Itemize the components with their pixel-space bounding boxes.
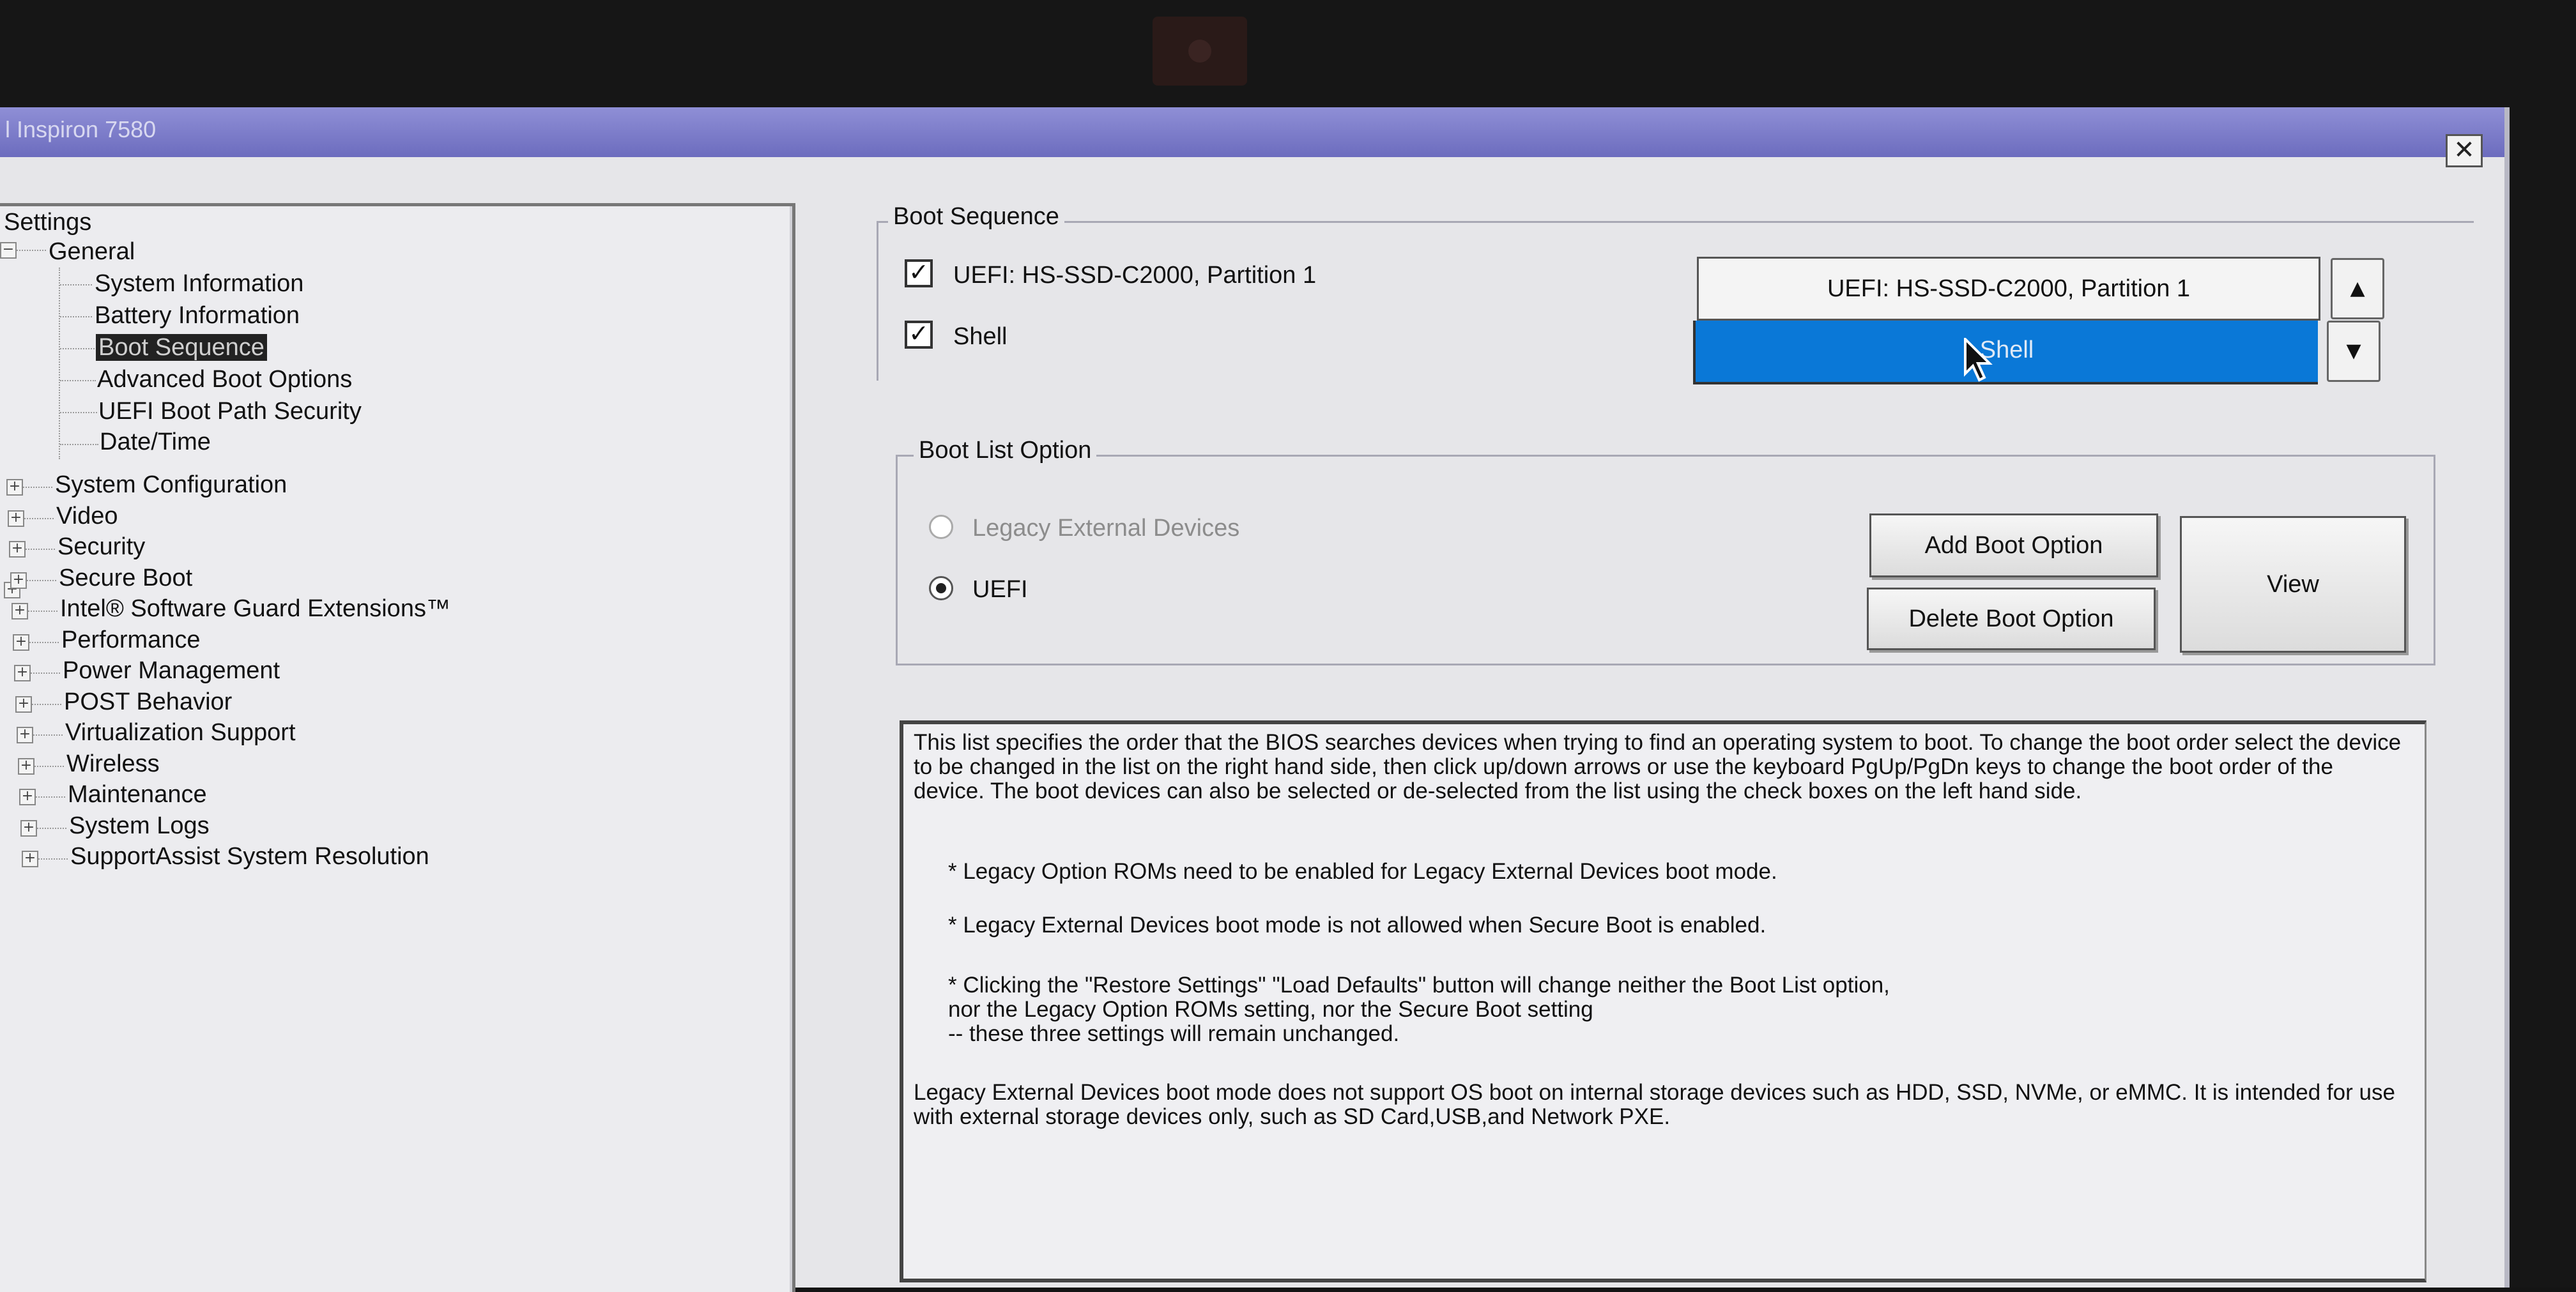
boot-list-option-legend: Boot List Option [914, 437, 1097, 464]
tree-item-date-time[interactable]: Date/Time [100, 429, 211, 456]
tree-item-advanced-boot-options[interactable]: Advanced Boot Options [97, 366, 352, 393]
tree-item-system-information[interactable]: System Information [95, 270, 303, 298]
boot-order-item[interactable]: UEFI: HS-SSD-C2000, Partition 1 [1697, 257, 2320, 321]
tree-item-boot-sequence-label: Boot Sequence [96, 334, 267, 361]
tree-section-item[interactable]: Wireless [66, 750, 160, 778]
help-note: * Clicking the "Restore Settings" "Load … [948, 973, 1890, 1046]
boot-mode-label: Legacy External Devices [972, 515, 1240, 542]
tree-item-uefi-boot-path-security[interactable]: UEFI Boot Path Security [98, 398, 362, 425]
tree-section-item[interactable]: Virtualization Support [65, 719, 296, 747]
expand-icon[interactable]: + [17, 727, 33, 743]
help-note: * Legacy External Devices boot mode is n… [948, 913, 1767, 938]
tree-section-item[interactable]: Maintenance [68, 781, 207, 809]
down-arrow-icon[interactable]: ▼ [2327, 321, 2380, 382]
tree-section-item[interactable]: System Logs [69, 812, 210, 840]
boot-device-checkbox[interactable]: ✓ [905, 321, 933, 349]
boot-mode-radio[interactable] [929, 515, 953, 539]
tree-item-general[interactable]: General [49, 238, 135, 266]
delete-boot-option-button[interactable]: Delete Boot Option [1867, 588, 2156, 650]
boot-mode-option: UEFI [929, 576, 1184, 605]
settings-tree: Settings − General System Information Ba… [0, 203, 795, 1292]
tree-section-item[interactable]: Intel® Software Guard Extensions™ [60, 595, 450, 623]
mouse-pointer-icon [1964, 338, 1993, 382]
tree-section-item[interactable]: System Configuration [55, 471, 287, 499]
expand-icon[interactable]: + [12, 603, 28, 619]
expand-icon[interactable]: + [9, 541, 26, 558]
tree-section-item[interactable]: Performance [61, 627, 201, 654]
expand-icon[interactable]: + [22, 851, 38, 867]
expand-icon[interactable]: + [18, 758, 34, 775]
expand-icon[interactable]: + [14, 665, 31, 681]
boot-device-label: Shell [953, 323, 1008, 350]
close-icon[interactable]: ✕ [2446, 134, 2483, 167]
tree-section-item[interactable]: Video [56, 503, 118, 530]
collapse-icon[interactable]: − [0, 242, 17, 259]
expand-icon[interactable]: + [6, 479, 23, 496]
tree-section-item[interactable]: Power Management [63, 657, 280, 685]
bios-setup-window: l Inspiron 7580 ✕ Settings − General Sys… [0, 107, 2510, 1292]
tree-section-item[interactable]: Security [57, 533, 145, 561]
boot-device-checkbox[interactable]: ✓ [905, 259, 933, 287]
tree-section-item[interactable]: SupportAssist System Resolution [70, 843, 429, 870]
window-title: l Inspiron 7580 [5, 116, 157, 142]
webcam-icon [1153, 17, 1247, 86]
title-bar: l Inspiron 7580 [0, 107, 2504, 157]
help-text-panel: This list specifies the order that the B… [900, 720, 2426, 1282]
expand-icon[interactable]: + [20, 820, 37, 837]
boot-sequence-legend: Boot Sequence [888, 203, 1064, 231]
boot-order-item-selected[interactable]: Shell [1693, 321, 2318, 384]
expand-icon[interactable]: + [15, 696, 32, 713]
boot-mode-option: Legacy External Devices [929, 515, 1376, 544]
expand-icon[interactable]: + [13, 634, 29, 651]
tree-item-boot-sequence[interactable]: Boot Sequence [96, 334, 267, 361]
up-arrow-icon[interactable]: ▲ [2331, 258, 2384, 319]
help-footer: Legacy External Devices boot mode does n… [914, 1080, 2395, 1129]
add-boot-option-button[interactable]: Add Boot Option [1869, 513, 2158, 577]
boot-device-row: ✓ UEFI: HS-SSD-C2000, Partition 1 [905, 259, 1480, 291]
boot-mode-radio[interactable] [929, 576, 953, 600]
help-note: * Legacy Option ROMs need to be enabled … [948, 859, 1777, 884]
tree-root-settings[interactable]: Settings [4, 209, 91, 236]
expand-icon[interactable]: + [19, 789, 36, 805]
tree-section-item[interactable]: POST Behavior [64, 688, 232, 716]
tree-section-item[interactable]: Secure Boot [59, 565, 192, 592]
tree-item-battery-information[interactable]: Battery Information [95, 302, 300, 330]
view-button[interactable]: View [2180, 516, 2406, 653]
boot-mode-label: UEFI [972, 576, 1028, 603]
help-intro: This list specifies the order that the B… [914, 730, 2402, 803]
boot-device-row: ✓ Shell [905, 321, 1160, 353]
expand-icon[interactable]: + [8, 510, 24, 527]
boot-device-label: UEFI: HS-SSD-C2000, Partition 1 [953, 262, 1317, 289]
expand-icon[interactable]: + [10, 572, 27, 589]
